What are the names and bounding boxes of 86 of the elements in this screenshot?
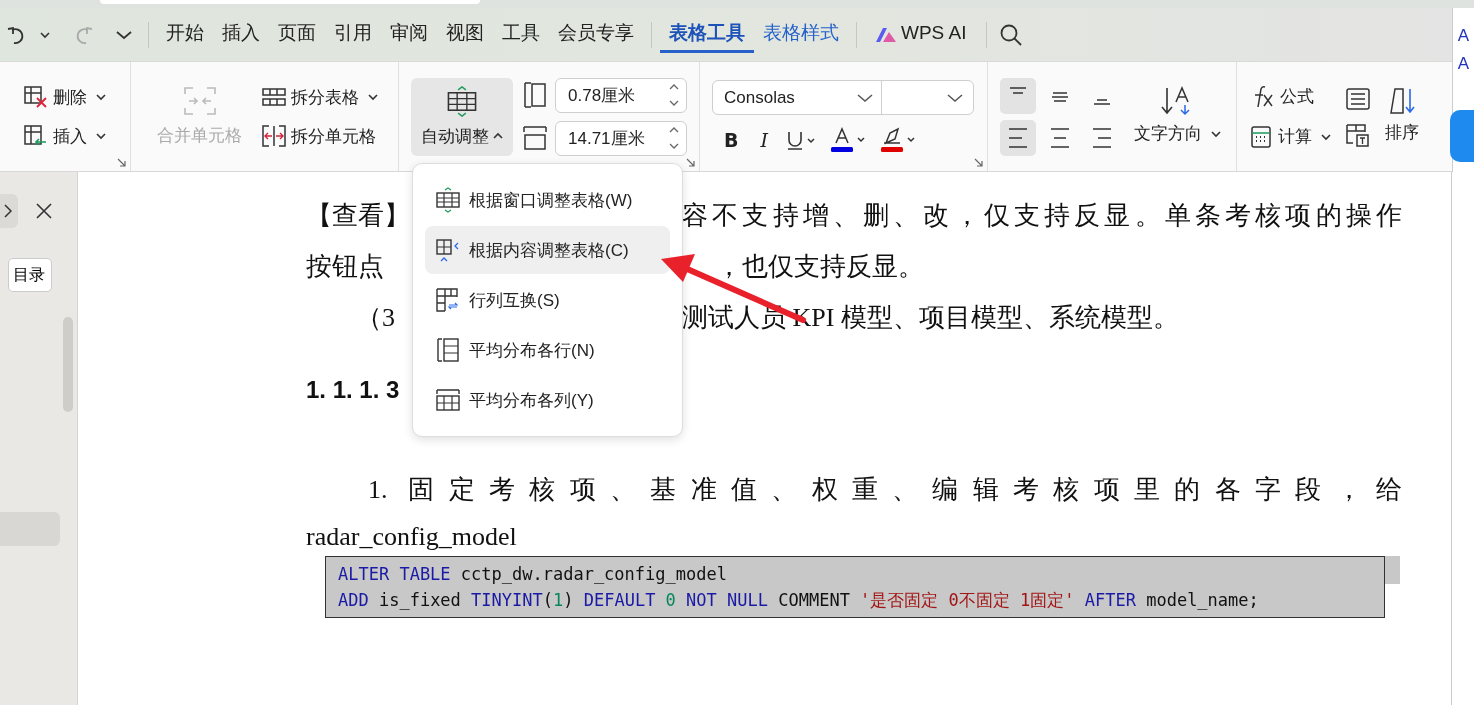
ribbon-tab[interactable]: 表格工具 [660,16,754,53]
expand-icon[interactable] [117,158,126,167]
document-text: 按钮点 [306,251,385,283]
row-height-field[interactable]: 0.78厘米 [555,77,687,113]
nav-button[interactable] [0,194,18,228]
caret-icon [1211,129,1221,138]
chevron-right-icon [4,204,12,218]
document-text: 【查看】 [306,200,411,232]
table-icon [435,337,461,363]
text-direction-button[interactable]: 文字方向 [1134,120,1221,147]
ribbon-tab[interactable]: 引用 [325,16,381,53]
table-title-icon[interactable] [1345,86,1371,111]
row-height-icon [523,82,547,108]
document-text: radar_config_model [306,522,517,553]
calculate-button[interactable]: 计算 [1249,122,1331,151]
table-delete-icon [24,86,48,108]
document-text: ，也仅支持反显。 [715,251,925,283]
column-width-icon [523,125,547,151]
spinner-icon[interactable] [668,82,680,108]
caret-icon[interactable] [40,30,50,39]
split-cells-button[interactable]: 拆分单元格 [262,122,378,150]
convert-table-icon[interactable] [1345,122,1371,147]
caret-icon [96,93,106,101]
chevron-down-icon [947,92,963,103]
chevron-down-icon [857,92,873,103]
ribbon-tab[interactable]: 工具 [493,16,549,53]
document-text: 1. 固定考核项、基准值、权重、编辑考核项里的各字段，给 [367,474,1402,506]
formula-button[interactable]: 公式 [1249,82,1331,111]
table-icon [435,387,461,413]
sort-button[interactable]: 排序 [1385,119,1419,146]
search-icon[interactable] [999,22,1024,47]
column-width-field[interactable]: 14.71厘米 [555,120,687,156]
bold-button[interactable]: B [720,129,743,151]
panel-text: A [1457,54,1470,74]
delete-button[interactable]: 删除 [24,83,106,111]
ribbon-tab[interactable]: 插入 [213,16,269,53]
menu-item[interactable]: 根据内容调整表格(C) [425,226,670,274]
panel-text: A [1457,26,1470,46]
menu-item[interactable]: 平均分布各列(Y) [425,376,670,424]
merge-cells-icon [182,86,217,116]
table-icon [435,287,461,313]
ribbon-tab[interactable]: 页面 [269,16,325,53]
autofit-button[interactable]: 自动调整 [411,77,513,156]
ribbon-tab[interactable]: 会员专享 [549,16,643,53]
expand-icon[interactable] [974,158,983,167]
table-autofit-icon [445,85,479,117]
caret-icon [368,93,378,101]
wps-ai-tab[interactable]: WPS AI [899,18,969,51]
ai-logo-icon [875,26,897,43]
document-text: （3 [355,302,396,334]
chevron-down-icon[interactable] [116,29,132,40]
split-cells-icon [262,125,286,147]
close-icon[interactable] [36,203,52,219]
italic-button[interactable]: I [756,129,772,151]
caret-icon [1321,132,1331,141]
code-block: ALTER TABLE cctp_dw.radar_config_model ADD is_fixed TINYINT(1) DEFAULT 0 NOT NULL COMMENT '是否固定 0不固定 1固定' AFTER model_name; [325,556,1385,618]
menu-item[interactable]: 行列互换(S) [425,276,670,324]
spinner-icon[interactable] [668,125,680,151]
menu-item[interactable]: 平均分布各行(N) [425,326,670,374]
underline-icon[interactable] [786,129,816,151]
split-table-button[interactable]: 拆分表格 [262,83,378,111]
refresh-toc-button[interactable]: 目录 [8,258,52,292]
table-icon [435,237,461,263]
split-table-icon [262,87,286,107]
menu-item[interactable]: 根据窗口调整表格(W) [425,176,670,224]
highlight-icon[interactable] [880,127,916,153]
insert-button[interactable]: 插入 [24,122,106,150]
document-text: 容不支持增、删、改，仅支持反显。单条考核项的操作 [682,200,1402,232]
ribbon-tab[interactable]: 开始 [157,16,213,53]
autofit-label: 自动调整 [421,125,489,148]
scrollbar-thumb[interactable] [63,317,73,412]
calculator-icon [1249,124,1273,149]
sort-icon[interactable] [1387,87,1417,115]
ribbon-tab[interactable]: 审阅 [381,16,437,53]
ribbon-tab[interactable]: 视图 [437,16,493,53]
section-heading: 1. 1. 1. 3 [306,376,400,405]
font-color-icon[interactable] [830,127,866,153]
table-icon [435,187,461,213]
caret-icon [96,132,106,140]
floating-button[interactable] [1450,110,1474,162]
expand-icon[interactable] [686,158,695,167]
ribbon-tab[interactable]: 表格样式 [754,16,848,53]
align-top-icon[interactable] [1000,77,1036,114]
align-left-icon[interactable] [1000,119,1036,156]
caret-up-icon [493,132,503,140]
table-insert-icon [24,125,48,147]
